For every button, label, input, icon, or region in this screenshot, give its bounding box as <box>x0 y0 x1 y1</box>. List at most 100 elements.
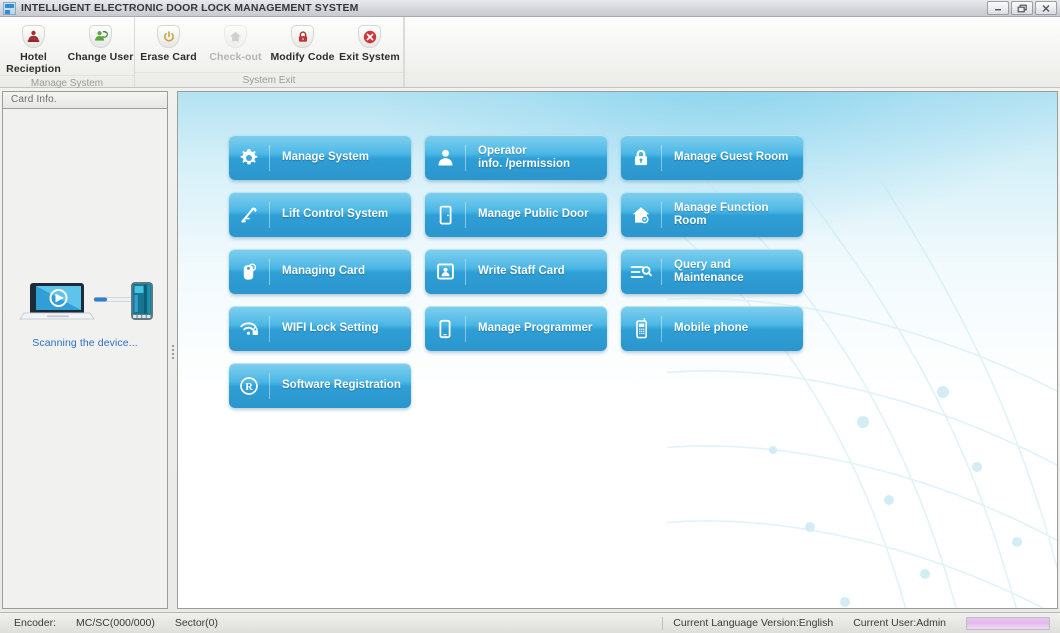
id-card-icon <box>425 262 465 281</box>
change-user-icon <box>89 25 112 48</box>
erase-card-icon <box>157 25 180 48</box>
status-bar: Encoder: MC/SC(000/000) Sector(0) Curren… <box>0 612 1060 633</box>
status-encoder-label: Encoder: <box>14 617 57 629</box>
splitter-grip <box>171 344 174 359</box>
window-controls <box>987 1 1057 15</box>
tile-label: Manage Public Door <box>478 208 589 220</box>
tile-label: Manage Function Room <box>674 201 769 227</box>
status-language: Current Language Version:English <box>673 617 834 629</box>
status-user: Current User:Admin <box>853 617 946 629</box>
ribbon-button-label: Erase Card <box>140 51 197 63</box>
minimize-button[interactable] <box>987 1 1009 15</box>
tile-label: Manage Guest Room <box>674 151 789 163</box>
list-search-icon <box>621 263 661 281</box>
exit-system-icon <box>358 25 381 48</box>
tile-query-and-maintenance[interactable]: Query and Maintenance <box>621 249 803 294</box>
restore-button[interactable] <box>1011 1 1033 15</box>
tile-label: WIFI Lock Setting <box>282 322 379 334</box>
modify-code-icon <box>291 25 314 48</box>
ribbon-group-manage-system: Hotel Recieption Change User Manage Syst… <box>0 17 135 90</box>
tile-manage-programmer[interactable]: Manage Programmer <box>425 306 607 351</box>
ribbon-empty-area <box>404 17 1060 87</box>
tile-label: Mobile phone <box>674 322 749 334</box>
tile-label: Query and Maintenance <box>674 258 744 284</box>
ribbon-group-label: System Exit <box>135 72 403 87</box>
tile-manage-function-room[interactable]: Manage Function Room <box>621 192 803 237</box>
module-tile-grid: Manage System Operator info. /permission <box>229 135 803 408</box>
ribbon-button-change-user[interactable]: Change User <box>67 22 134 63</box>
status-encoder-value: MC/SC(000/000) <box>76 617 155 629</box>
panel-splitter[interactable] <box>168 91 177 612</box>
close-button[interactable] <box>1035 1 1057 15</box>
tile-label: Manage Programmer <box>478 322 593 334</box>
tile-label: Managing Card <box>282 265 366 277</box>
ribbon-button-label: Change User <box>67 51 134 63</box>
gear-icon <box>229 148 269 168</box>
ribbon-button-label: Exit System <box>339 51 400 63</box>
main-body: Card Info. Scanning the device... Manage… <box>0 88 1060 612</box>
card-info-tabbar: Card Info. <box>3 92 167 109</box>
ribbon-toolbar: Hotel Recieption Change User Manage Syst… <box>0 17 1060 90</box>
wifi-lock-icon <box>229 319 269 338</box>
grid-gap <box>411 249 425 294</box>
house-gear-icon <box>621 205 661 225</box>
mobile-phone-icon <box>621 318 661 339</box>
status-right-group: Current Language Version:English Current… <box>662 616 1056 630</box>
grid-gap <box>607 306 621 351</box>
tile-manage-system[interactable]: Manage System <box>229 135 411 180</box>
tile-manage-guest-room[interactable]: Manage Guest Room <box>621 135 803 180</box>
hotel-reception-icon <box>22 25 45 48</box>
registered-icon: R <box>229 376 269 396</box>
card-info-panel: Card Info. Scanning the device... <box>2 91 168 609</box>
grid-gap <box>411 135 425 180</box>
ribbon-button-exit-system[interactable]: Exit System <box>336 22 403 63</box>
grid-gap <box>607 249 621 294</box>
grid-gap <box>411 192 425 237</box>
tile-label: Software Registration <box>282 379 401 391</box>
tile-operator-info-permission[interactable]: Operator info. /permission <box>425 135 607 180</box>
ribbon-group-system-exit: Erase Card Check-out Modify Code Exit Sy… <box>135 17 404 87</box>
tile-software-registration[interactable]: R Software Registration <box>229 363 411 408</box>
card-info-content: Scanning the device... <box>3 109 167 608</box>
ribbon-button-check-out[interactable]: Check-out <box>202 22 269 63</box>
door-icon <box>425 205 465 225</box>
tile-managing-card[interactable]: Managing Card <box>229 249 411 294</box>
device-scan-status: Scanning the device... <box>3 279 167 349</box>
ribbon-button-label: Hotel Recieption <box>6 51 61 75</box>
window-title: INTELLIGENT ELECTRONIC DOOR LOCK MANAGEM… <box>21 2 359 14</box>
tile-label: Operator info. /permission <box>478 144 571 170</box>
app-icon <box>3 1 16 15</box>
tile-label: Write Staff Card <box>478 265 565 277</box>
svg-text:R: R <box>245 382 253 393</box>
application-window: INTELLIGENT ELECTRONIC DOOR LOCK MANAGEM… <box>0 0 1060 633</box>
lock-icon <box>621 148 661 167</box>
ribbon-button-label: Modify Code <box>270 51 335 63</box>
grid-gap <box>411 306 425 351</box>
tile-write-staff-card[interactable]: Write Staff Card <box>425 249 607 294</box>
tag-card-icon <box>229 262 269 282</box>
tile-lift-control-system[interactable]: Lift Control System <box>229 192 411 237</box>
grid-gap <box>607 192 621 237</box>
title-bar: INTELLIGENT ELECTRONIC DOOR LOCK MANAGEM… <box>0 0 1060 17</box>
main-content-panel: Manage System Operator info. /permission <box>177 91 1058 609</box>
ribbon-button-erase-card[interactable]: Erase Card <box>135 22 202 63</box>
status-sector-value: Sector(0) <box>174 617 218 629</box>
scan-status-label: Scanning the device... <box>32 337 138 349</box>
ribbon-group-label: Manage System <box>0 75 134 90</box>
status-progress-indicator <box>966 616 1050 630</box>
grid-gap <box>607 135 621 180</box>
laptop-to-card-reader-illustration <box>15 279 155 331</box>
check-out-icon <box>224 25 247 48</box>
ribbon-button-hotel-reception[interactable]: Hotel Recieption <box>0 22 67 75</box>
handheld-device-icon <box>425 319 465 339</box>
escalator-icon <box>229 205 269 225</box>
tile-wifi-lock-setting[interactable]: WIFI Lock Setting <box>229 306 411 351</box>
tile-manage-public-door[interactable]: Manage Public Door <box>425 192 607 237</box>
tile-label: Lift Control System <box>282 208 389 220</box>
tile-label: Manage System <box>282 151 369 163</box>
ribbon-button-label: Check-out <box>209 51 262 63</box>
tab-card-info[interactable]: Card Info. <box>3 92 65 108</box>
ribbon-button-modify-code[interactable]: Modify Code <box>269 22 336 63</box>
tile-mobile-phone[interactable]: Mobile phone <box>621 306 803 351</box>
user-icon <box>425 148 465 167</box>
